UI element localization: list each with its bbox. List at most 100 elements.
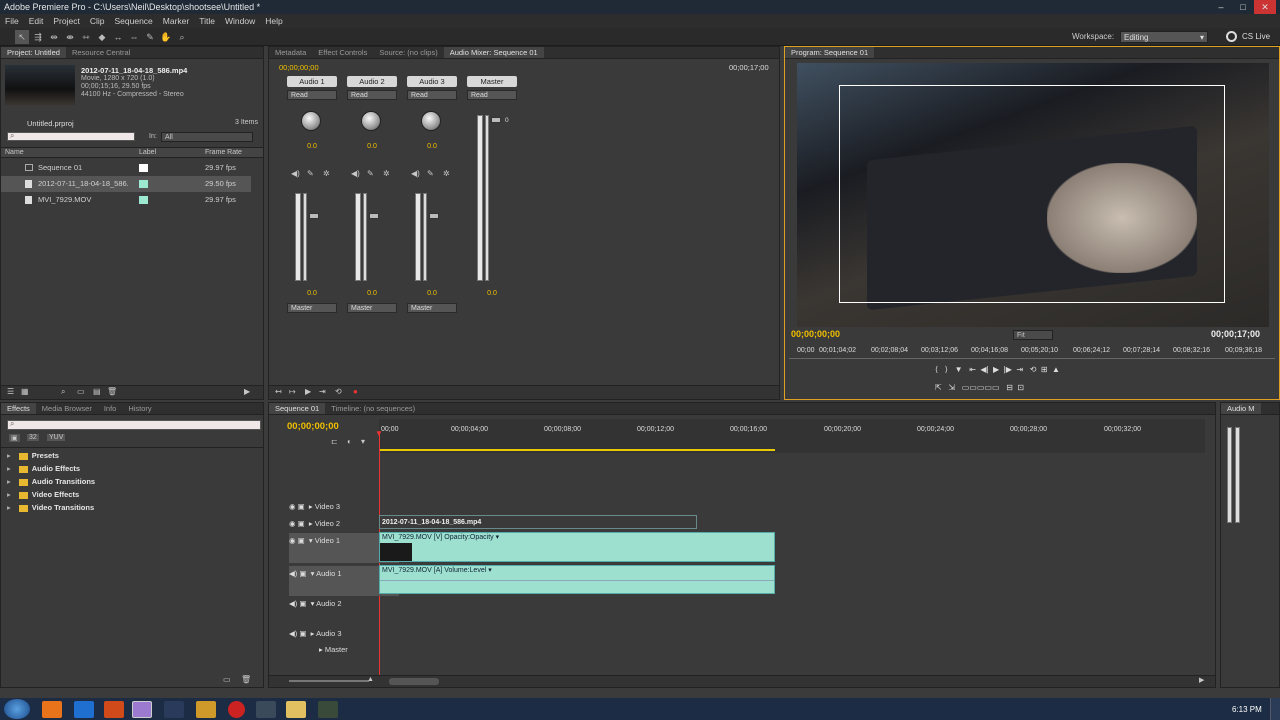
32bit-effects-icon[interactable]: 32 <box>27 434 39 441</box>
output-select-audio2[interactable]: Master <box>347 303 397 313</box>
timeline-timecode[interactable]: 00;00;00;00 <box>287 421 339 432</box>
channel-mode-master[interactable]: Read <box>467 90 517 100</box>
app-icon[interactable] <box>228 701 245 718</box>
tab-audio-master-meters[interactable]: Audio M <box>1221 403 1261 414</box>
icon-view-icon[interactable]: ▦ <box>21 387 29 396</box>
steam-icon[interactable] <box>256 701 276 718</box>
fit-select[interactable]: Fit <box>1013 330 1053 340</box>
table-row[interactable]: 2012-07-11_18-04-18_586. 29.50 fps <box>1 176 251 192</box>
slide-icon[interactable]: ⇔ <box>127 30 141 44</box>
record-icon[interactable]: ✎ <box>367 169 374 178</box>
folder-audio-transitions[interactable]: ▸ Audio Transitions <box>7 475 95 488</box>
menu-clip[interactable]: Clip <box>85 14 110 28</box>
lock-icon[interactable]: ▣ <box>299 569 306 578</box>
solo-icon[interactable]: ✲ <box>383 169 390 178</box>
menu-help[interactable]: Help <box>260 14 287 28</box>
collapse-icon[interactable]: ▾ <box>309 536 313 545</box>
eye-icon[interactable]: ◉ <box>289 519 296 528</box>
shuttle-icon[interactable]: ▭▭▭▭▭ <box>962 383 1000 392</box>
level-value-audio3[interactable]: 0.0 <box>417 290 447 297</box>
app-icon[interactable] <box>318 701 338 718</box>
hand-icon[interactable]: ✋ <box>159 30 173 44</box>
safe-margins-icon[interactable]: ⊞ <box>1041 365 1048 374</box>
tab-effect-controls[interactable]: Effect Controls <box>312 47 373 58</box>
table-row[interactable]: MVI_7929.MOV 29.97 fps <box>1 192 251 208</box>
speaker-icon[interactable]: ◀) <box>289 629 297 638</box>
fader-audio2[interactable] <box>369 213 379 219</box>
tab-media-browser[interactable]: Media Browser <box>36 403 98 414</box>
razor-icon[interactable]: ◆ <box>95 30 109 44</box>
play-icon[interactable]: ▶ <box>993 365 999 374</box>
clip-audio1[interactable]: MVI_7929.MOV [A] Volume:Level ▾ <box>379 565 775 594</box>
table-row[interactable]: Sequence 01 29.97 fps <box>1 160 251 176</box>
tab-project[interactable]: Project: Untitled <box>1 47 66 58</box>
level-value-audio2[interactable]: 0.0 <box>357 290 387 297</box>
delete-icon[interactable]: 🗑 <box>241 675 251 684</box>
firefox-icon[interactable] <box>42 701 62 718</box>
track-audio3[interactable]: ◀) ▣ ▸ Audio 3 <box>289 626 399 642</box>
transform-bounding-box[interactable] <box>839 85 1225 303</box>
program-timecode-current[interactable]: 00;00;00;00 <box>791 329 840 339</box>
video-frame[interactable] <box>797 63 1269 327</box>
folder-video-transitions[interactable]: ▸ Video Transitions <box>7 501 94 514</box>
column-frame-rate[interactable]: Frame Rate <box>205 148 242 158</box>
zoom-icon[interactable]: ⌕ <box>175 30 189 44</box>
in-filter-select[interactable]: All <box>161 132 253 142</box>
mixer-timecode-left[interactable]: 00;00;00;00 <box>279 63 319 72</box>
clip-video1[interactable]: MVI_7929.MOV [V] Opacity:Opacity ▾ <box>379 532 775 562</box>
set-marker-icon[interactable]: ◐ <box>347 437 352 446</box>
playhead-icon[interactable]: ▼ <box>375 429 383 438</box>
channel-mode-audio2[interactable]: Read <box>347 90 397 100</box>
menu-sequence[interactable]: Sequence <box>109 14 157 28</box>
find-icon[interactable]: ⌕ <box>61 387 65 397</box>
folder-presets[interactable]: ▸ Presets <box>7 449 59 462</box>
column-label[interactable]: Label <box>139 148 156 158</box>
snap-icon[interactable]: ⊏ <box>331 437 338 446</box>
rate-stretch-icon[interactable]: ⇿ <box>79 30 93 44</box>
trim-icon[interactable]: ⊟ <box>1006 383 1013 392</box>
zoom-slider[interactable] <box>289 680 369 682</box>
tab-audio-mixer[interactable]: Audio Mixer: Sequence 01 <box>443 47 544 58</box>
menu-project[interactable]: Project <box>48 14 84 28</box>
output-icon[interactable]: ▲ <box>1052 365 1060 374</box>
tab-history[interactable]: History <box>122 403 157 414</box>
level-value-master[interactable]: 0.0 <box>477 290 507 297</box>
workspace-select[interactable]: Editing ▾ <box>1120 31 1208 43</box>
accelerated-effects-icon[interactable]: ▣ <box>9 434 20 442</box>
cs-live-icon[interactable] <box>1226 31 1237 42</box>
pan-value-audio3[interactable]: 0.0 <box>417 143 447 150</box>
tab-effects[interactable]: Effects <box>1 403 36 414</box>
channel-mode-audio3[interactable]: Read <box>407 90 457 100</box>
menu-edit[interactable]: Edit <box>24 14 49 28</box>
track-master[interactable]: ▸ Master <box>319 642 429 658</box>
start-button[interactable] <box>4 699 30 719</box>
tab-metadata[interactable]: Metadata <box>269 47 312 58</box>
pan-knob-audio1[interactable] <box>301 111 321 131</box>
collapse-icon[interactable]: ▾ <box>311 569 315 578</box>
expand-icon[interactable]: ▸ <box>311 629 315 638</box>
app-icon[interactable] <box>164 701 184 718</box>
effects-search-input[interactable] <box>7 420 261 430</box>
collapse-icon[interactable]: ▾ <box>311 599 315 608</box>
step-back-icon[interactable]: ◀| <box>980 365 988 374</box>
fader-audio1[interactable] <box>309 213 319 219</box>
media-icon[interactable] <box>104 701 124 718</box>
expand-icon[interactable]: ▸ <box>309 502 313 511</box>
timeline-ruler[interactable]: 00;00 00;00;04;00 00;00;08;00 00;00;12;0… <box>379 419 1205 453</box>
delete-icon[interactable]: 🗑 <box>107 387 117 396</box>
lift-icon[interactable]: ⇱ <box>935 383 942 392</box>
go-to-out-icon[interactable]: ⇥ <box>1016 365 1023 374</box>
extract-icon[interactable]: ⇲ <box>948 383 955 392</box>
channel-mode-audio1[interactable]: Read <box>287 90 337 100</box>
list-view-icon[interactable]: ☰ <box>7 387 14 396</box>
menu-window[interactable]: Window <box>220 14 260 28</box>
horizontal-scrollbar[interactable] <box>389 678 439 685</box>
level-value-audio1[interactable]: 0.0 <box>297 290 327 297</box>
go-to-out-icon[interactable]: ↦ <box>289 387 296 396</box>
rolling-edit-icon[interactable]: ⇼ <box>63 30 77 44</box>
lock-icon[interactable]: ▣ <box>298 536 305 545</box>
menu-title[interactable]: Title <box>194 14 220 28</box>
clip-video2[interactable]: 2012-07-11_18-04-18_586.mp4 <box>379 515 697 529</box>
loop-icon[interactable]: ⟲ <box>1030 365 1037 374</box>
ripple-edit-icon[interactable]: ⇹ <box>47 30 61 44</box>
